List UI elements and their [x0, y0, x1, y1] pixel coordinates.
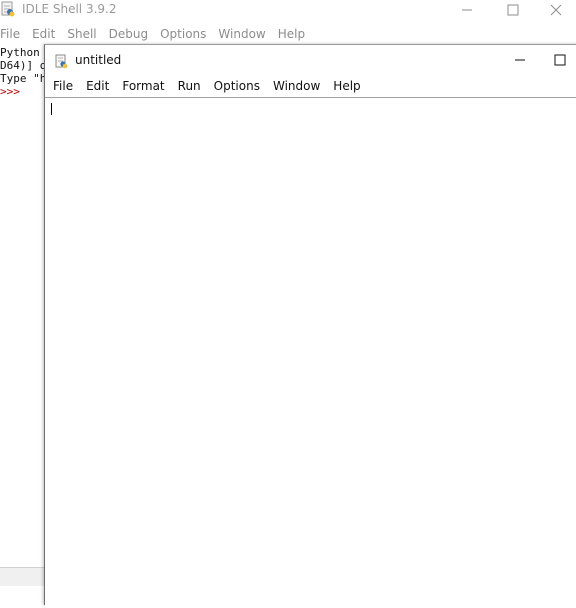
editor-window: untitled File Edit Format Run Options Wi…: [44, 44, 576, 608]
shell-window-title: IDLE Shell 3.9.2: [22, 2, 117, 16]
editor-maximize-button[interactable]: [543, 50, 576, 70]
editor-window-title: untitled: [75, 53, 122, 67]
shell-status-area: [0, 567, 46, 586]
editor-menu-edit[interactable]: Edit: [86, 79, 109, 93]
minimize-icon: [462, 9, 472, 11]
shell-menu-file[interactable]: File: [0, 27, 26, 41]
shell-output-line: D64)] o: [0, 59, 46, 72]
text-caret: [51, 103, 52, 115]
editor-titlebar[interactable]: untitled: [45, 45, 576, 75]
minimize-icon: [515, 59, 525, 61]
maximize-icon: [507, 4, 519, 16]
shell-menu-edit[interactable]: Edit: [32, 27, 61, 41]
editor-minimize-button[interactable]: [497, 50, 543, 70]
shell-output-line: Type "h: [0, 72, 46, 85]
editor-menu-help[interactable]: Help: [333, 79, 360, 93]
shell-close-button[interactable]: [536, 0, 576, 20]
shell-minimize-button[interactable]: [444, 0, 490, 20]
shell-maximize-button[interactable]: [490, 0, 536, 20]
shell-menu-help[interactable]: Help: [278, 27, 311, 41]
editor-text-area[interactable]: [45, 98, 576, 608]
editor-menubar: File Edit Format Run Options Window Help: [45, 76, 576, 96]
python-idle-icon: [1, 1, 15, 17]
shell-output[interactable]: Python D64)] o Type "h >>>: [0, 46, 46, 98]
editor-menu-file[interactable]: File: [53, 79, 73, 93]
shell-menu-debug[interactable]: Debug: [109, 27, 154, 41]
close-icon: [550, 4, 562, 16]
python-file-icon: [55, 54, 68, 69]
shell-menubar: File Edit Shell Debug Options Window Hel…: [0, 24, 576, 44]
editor-menu-window[interactable]: Window: [273, 79, 320, 93]
editor-menu-run[interactable]: Run: [178, 79, 201, 93]
shell-prompt: >>>: [0, 85, 20, 98]
editor-menu-options[interactable]: Options: [214, 79, 260, 93]
shell-menu-shell[interactable]: Shell: [67, 27, 102, 41]
editor-menu-format[interactable]: Format: [122, 79, 164, 93]
shell-output-line: Python: [0, 46, 40, 59]
maximize-icon: [554, 54, 566, 66]
shell-menu-window[interactable]: Window: [218, 27, 271, 41]
shell-titlebar[interactable]: IDLE Shell 3.9.2: [0, 0, 576, 20]
shell-menu-options[interactable]: Options: [160, 27, 212, 41]
